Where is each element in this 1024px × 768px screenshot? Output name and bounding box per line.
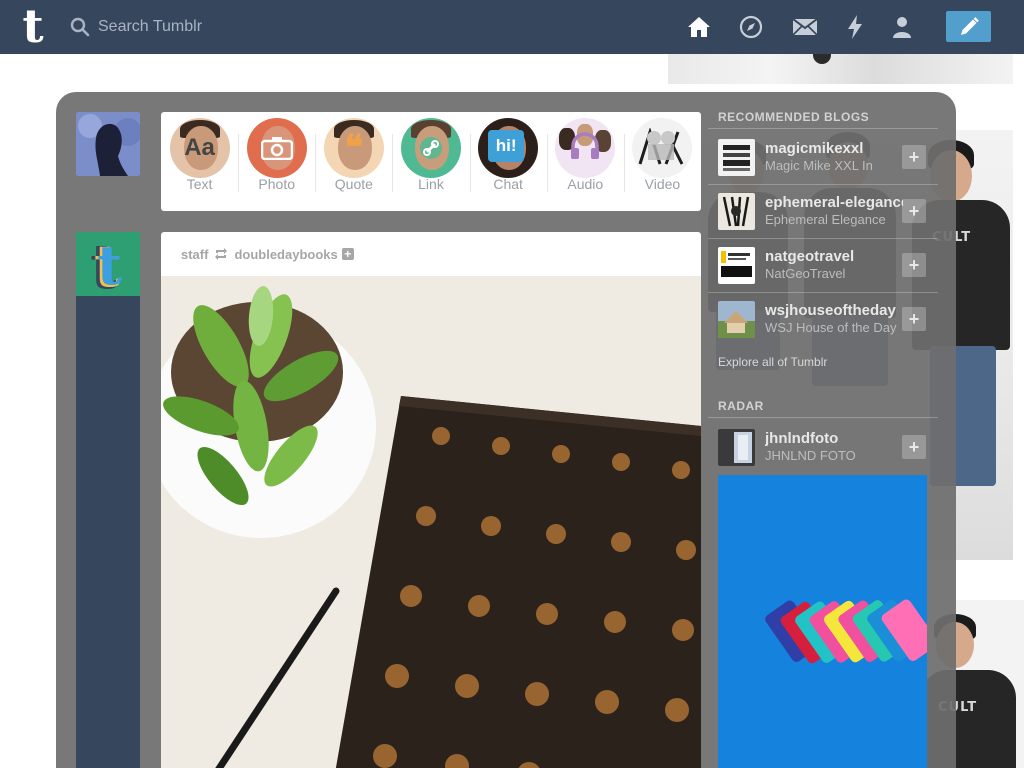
search-input[interactable]	[98, 18, 338, 36]
chat-icon: hi!	[478, 118, 539, 178]
blog-avatar	[718, 247, 755, 284]
divider	[708, 417, 938, 418]
quote-icon: ❝	[323, 118, 384, 178]
explore-link[interactable]: Explore all of Tumblr	[718, 355, 827, 369]
blog-title: JHNLND FOTO	[765, 448, 856, 463]
post-type-bar: Aa Text Photo ❝ Quote Link hi! Chat Audi…	[161, 112, 701, 211]
radar-blog-item[interactable]: jhnlndfoto JHNLND FOTO +	[718, 427, 928, 467]
person-icon[interactable]	[888, 13, 916, 41]
svg-text:t: t	[97, 233, 122, 296]
recommended-blog-item[interactable]: ephemeral-elegance Ephemeral Elegance +	[718, 191, 928, 231]
mail-icon[interactable]	[791, 13, 819, 41]
blog-title: WSJ House of the Day	[765, 320, 897, 335]
follow-button[interactable]: +	[902, 435, 926, 459]
blog-name[interactable]: natgeotravel	[765, 248, 903, 265]
staff-avatar[interactable]: t t t	[76, 232, 140, 296]
post-type-label: Audio	[567, 176, 604, 192]
blog-title: Ephemeral Elegance	[765, 212, 886, 227]
recommended-blog-item[interactable]: wsjhouseoftheday WSJ House of the Day +	[718, 299, 928, 339]
radar-photo[interactable]	[718, 475, 927, 768]
divider	[708, 292, 938, 293]
divider	[708, 128, 938, 129]
blog-title: NatGeoTravel	[765, 266, 846, 281]
blog-name[interactable]: jhnlndfoto	[765, 430, 903, 447]
reblogged-from-link[interactable]: doubledaybooks	[234, 247, 337, 262]
divider	[708, 238, 938, 239]
post-type-audio[interactable]: Audio	[546, 112, 624, 211]
blog-name[interactable]: magicmikexxl	[765, 140, 903, 157]
compose-button[interactable]	[946, 11, 991, 42]
top-nav-bar: t	[0, 0, 1024, 54]
blog-name[interactable]: wsjhouseoftheday	[765, 302, 903, 319]
reblog-icon	[215, 248, 228, 260]
recommended-blogs-heading: RECOMMENDED BLOGS	[718, 110, 870, 124]
lightning-icon[interactable]	[841, 13, 869, 41]
divider	[708, 184, 938, 185]
compass-icon[interactable]	[737, 13, 765, 41]
post-type-label: Text	[186, 176, 213, 192]
radar-heading: RADAR	[718, 399, 764, 413]
post-type-label: Quote	[334, 176, 373, 192]
blog-name[interactable]: ephemeral-elegance	[765, 194, 903, 211]
post-header: staff doubledaybooks +	[161, 232, 701, 276]
follow-button[interactable]: +	[902, 145, 926, 169]
search-bar[interactable]	[64, 10, 364, 44]
blog-avatar	[718, 301, 755, 338]
follow-button[interactable]: +	[902, 307, 926, 331]
follow-button[interactable]: +	[902, 253, 926, 277]
post-card: staff doubledaybooks +	[161, 232, 701, 768]
camera-icon	[246, 118, 307, 178]
follow-plus-icon[interactable]: +	[341, 248, 354, 260]
post-type-link[interactable]: Link	[392, 112, 469, 211]
post-type-quote[interactable]: ❝ Quote	[315, 112, 392, 211]
user-avatar[interactable]	[76, 112, 140, 176]
blog-avatar	[718, 139, 755, 176]
post-type-photo[interactable]: Photo	[238, 112, 315, 211]
post-type-chat[interactable]: hi! Chat	[469, 112, 547, 211]
blog-avatar	[718, 193, 755, 230]
post-type-label: Video	[644, 176, 681, 192]
follow-button[interactable]: +	[902, 199, 926, 223]
post-photo[interactable]	[161, 276, 701, 768]
post-type-label: Chat	[493, 176, 523, 192]
recommended-blog-item[interactable]: natgeotravel NatGeoTravel +	[718, 245, 928, 285]
recommended-blog-item[interactable]: magicmikexxl Magic Mike XXL In +	[718, 137, 928, 177]
post-type-label: Photo	[258, 176, 295, 192]
home-icon[interactable]	[685, 13, 713, 41]
post-type-video[interactable]: Video	[623, 112, 701, 211]
post-author-link[interactable]: staff	[181, 247, 208, 262]
search-icon	[70, 17, 90, 37]
avatar-column-strip	[76, 296, 140, 768]
blog-avatar	[718, 429, 755, 466]
headphones-icon	[555, 118, 616, 178]
link-icon	[400, 118, 461, 178]
post-type-label: Link	[418, 176, 444, 192]
blog-title: Magic Mike XXL In	[765, 158, 873, 173]
post-type-text[interactable]: Aa Text	[161, 112, 238, 211]
tumblr-logo[interactable]: t	[16, 3, 50, 49]
video-camera-icon	[632, 118, 693, 178]
pencil-icon	[960, 16, 979, 35]
text-post-icon: Aa	[169, 118, 230, 178]
background-photo-strip	[668, 54, 1013, 84]
